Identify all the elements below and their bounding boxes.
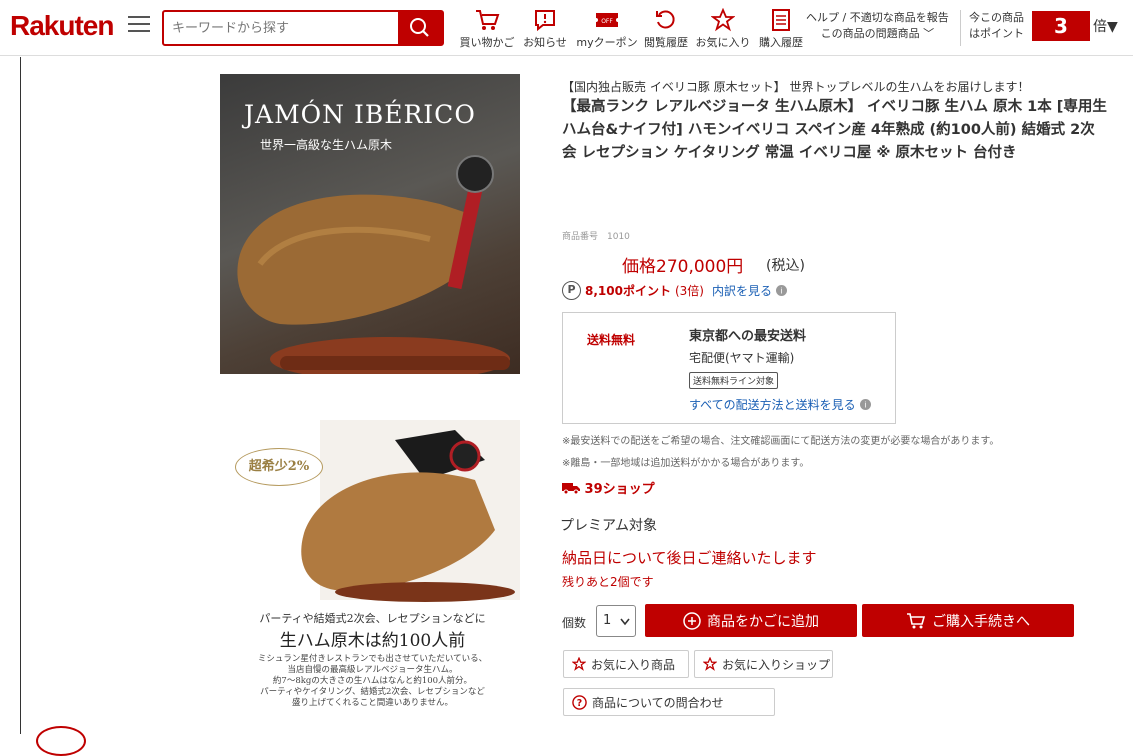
points-detail-link[interactable]: 内訳を見る xyxy=(712,282,772,299)
shop39-badge: 39ショップ xyxy=(562,478,655,497)
shipping-line-badge: 送料無料ライン対象 xyxy=(689,372,779,389)
shipping-box: 送料無料 東京都への最安送料 宅配便(ヤマト運輸) 送料無料ライン対象 すべての… xyxy=(562,312,896,424)
shipping-note-1: ※最安送料での配送をご希望の場合、注文確認画面にて配送方法の変更が必要な場合があ… xyxy=(562,436,1000,447)
svg-text:?: ? xyxy=(577,697,582,708)
points-label-line1: 今この商品 xyxy=(969,11,1024,24)
info-icon: i xyxy=(859,399,871,410)
cart-icon xyxy=(907,612,926,628)
point-icon: P xyxy=(562,281,581,300)
points-info: P 8,100ポイント (3倍) 内訳を見る i xyxy=(562,281,787,300)
main-image-title: JAMÓN IBÉRICO xyxy=(244,100,476,129)
help-links: ヘルプ / 不適切な商品を報告 この商品の問題商品 ﹀ xyxy=(806,10,949,42)
nav-notice[interactable]: お知らせ xyxy=(520,6,570,50)
shipping-title: 東京都への最安送料 xyxy=(689,329,807,344)
search-bar xyxy=(162,10,444,46)
nav-coupon[interactable]: OFF myクーポン xyxy=(576,6,638,50)
svg-text:i: i xyxy=(864,400,866,410)
rare-badge: 超希少2% xyxy=(235,448,323,486)
truck-icon xyxy=(562,483,580,495)
points-label-line2: はポイント xyxy=(969,27,1024,40)
product-catchcopy: 【国内独占販売 イベリコ豚 原木セット】 世界トップレベルの生ハムをお届けします… xyxy=(562,80,1030,94)
product-title: 【最高ランク レアルベジョータ 生ハム原木】 イベリコ豚 生ハム 原木 1本 [… xyxy=(562,99,1107,161)
history-icon xyxy=(656,10,675,29)
inquiry-label: 商品についての問合わせ xyxy=(592,695,724,710)
points-multiplier-badge: 3 xyxy=(1032,11,1090,41)
help-link[interactable]: ヘルプ / 不適切な商品を報告 xyxy=(806,10,949,26)
sub-caption-big: 生ハム原木は約100人前 xyxy=(279,631,466,651)
chevron-down-icon xyxy=(620,618,630,626)
nav-purchase-history-label: 購入履歴 xyxy=(759,36,803,49)
header: Rakuten 買い物かご お知らせ OFF myクーポン 閲覧履歴 お気に入り… xyxy=(0,0,1133,56)
page-border xyxy=(20,57,21,734)
sub-caption-small: パーティや結婚式2次会、レセプションなどに xyxy=(259,612,486,625)
product-price: 価格270,000円 xyxy=(622,257,744,277)
sub-caption-line: 盛り上げてくれること間違いありません。 xyxy=(292,698,453,708)
notice-icon xyxy=(535,10,555,32)
shipping-carrier: 宅配便(ヤマト運輸) xyxy=(689,351,795,365)
checkout-label: ご購入手続きへ xyxy=(932,613,1030,630)
sub-caption-line: 約7～8kgの大きさの生ハムはなんと約100人前分。 xyxy=(272,676,473,686)
add-to-cart-label: 商品をかごに追加 xyxy=(707,613,819,630)
info-icon: i xyxy=(775,285,787,296)
product-main-image[interactable]: JAMÓN IBÉRICO 世界一高級な生ハム原木 xyxy=(220,74,520,374)
favorite-item-label: お気に入り商品 xyxy=(591,657,676,672)
rakuten-logo[interactable]: Rakuten xyxy=(10,10,114,42)
question-icon: ? xyxy=(572,694,587,710)
sub-caption-line: 当店自慢の最高級レアルベジョータ生ハム。 xyxy=(287,665,458,675)
checkout-button[interactable]: ご購入手続きへ xyxy=(862,604,1074,637)
nav-history[interactable]: 閲覧履歴 xyxy=(642,6,690,50)
points-times: (3倍) xyxy=(674,284,704,298)
favorite-shop-button[interactable]: お気に入りショップ xyxy=(694,650,833,678)
item-number: 商品番号 1010 xyxy=(562,232,630,242)
sub-caption-line: パーティやケイタリング、結婚式2次会、レセプションなど xyxy=(260,687,485,697)
search-button[interactable] xyxy=(398,12,442,44)
chat-bubble-icon[interactable] xyxy=(36,726,86,756)
menu-icon[interactable] xyxy=(128,16,150,34)
inquiry-button[interactable]: ? 商品についての問合わせ xyxy=(563,688,775,716)
nav-cart-label: 買い物かご xyxy=(459,36,515,49)
quantity-label: 個数 xyxy=(562,616,587,630)
shipping-methods-link[interactable]: すべての配送方法と送料を見る i xyxy=(689,396,871,413)
points-amount: 8,100ポイント xyxy=(585,284,671,298)
svg-text:OFF: OFF xyxy=(601,18,613,25)
favorite-item-button[interactable]: お気に入り商品 xyxy=(563,650,689,678)
free-shipping-label: 送料無料 xyxy=(587,333,636,347)
sub-caption-body: ミシュラン星付きレストランでも出させていただいている、 当店自慢の最高級レアルベ… xyxy=(225,654,520,709)
add-to-cart-button[interactable]: 商品をかごに追加 xyxy=(645,604,857,637)
premium-label: プレミアム対象 xyxy=(560,518,658,534)
related-link[interactable]: この商品の問題商品 ﹀ xyxy=(806,26,949,42)
star-icon xyxy=(703,657,717,671)
shipping-methods-link-text: すべての配送方法と送料を見る xyxy=(689,398,856,412)
shipping-note-2: ※離島・一部地域は追加送料がかかる場合があります。 xyxy=(562,458,810,469)
stock-remaining: 残りあと2個です xyxy=(562,575,654,589)
cart-icon xyxy=(476,10,500,30)
nav-favorite[interactable]: お気に入り xyxy=(694,6,752,50)
nav-history-label: 閲覧履歴 xyxy=(644,36,688,49)
tax-label: (税込) xyxy=(766,258,805,274)
plus-circle-icon xyxy=(683,611,701,630)
quantity-select[interactable]: 1 xyxy=(596,605,636,637)
nav-notice-label: お知らせ xyxy=(523,36,567,49)
coupon-icon: OFF xyxy=(596,13,618,27)
search-icon xyxy=(410,18,429,37)
delivery-note: 納品日について後日ご連絡いたします xyxy=(562,549,817,567)
nav-favorite-label: お気に入り xyxy=(695,36,751,49)
star-icon xyxy=(572,657,586,671)
points-dropdown[interactable]: 倍▼ xyxy=(1093,16,1118,36)
nav-purchase-history[interactable]: 購入履歴 xyxy=(756,6,806,50)
star-icon xyxy=(711,8,735,32)
main-image-subtitle: 世界一高級な生ハム原木 xyxy=(260,138,393,152)
quantity-value: 1 xyxy=(603,613,612,628)
nav-coupon-label: myクーポン xyxy=(576,36,638,49)
shop39-label: 39ショップ xyxy=(584,482,655,497)
points-label: 今この商品 はポイント xyxy=(960,10,1024,46)
svg-text:i: i xyxy=(780,286,782,296)
nav-cart[interactable]: 買い物かご xyxy=(458,6,516,50)
search-input[interactable] xyxy=(164,12,400,44)
favorite-shop-label: お気に入りショップ xyxy=(722,657,831,672)
receipt-icon xyxy=(772,9,790,31)
product-sub-image[interactable]: 超希少2% パーティや結婚式2次会、レセプションなどに 生ハム原木は約100人前… xyxy=(225,420,520,720)
sub-caption-line: ミシュラン星付きレストランでも出させていただいている、 xyxy=(257,654,488,664)
